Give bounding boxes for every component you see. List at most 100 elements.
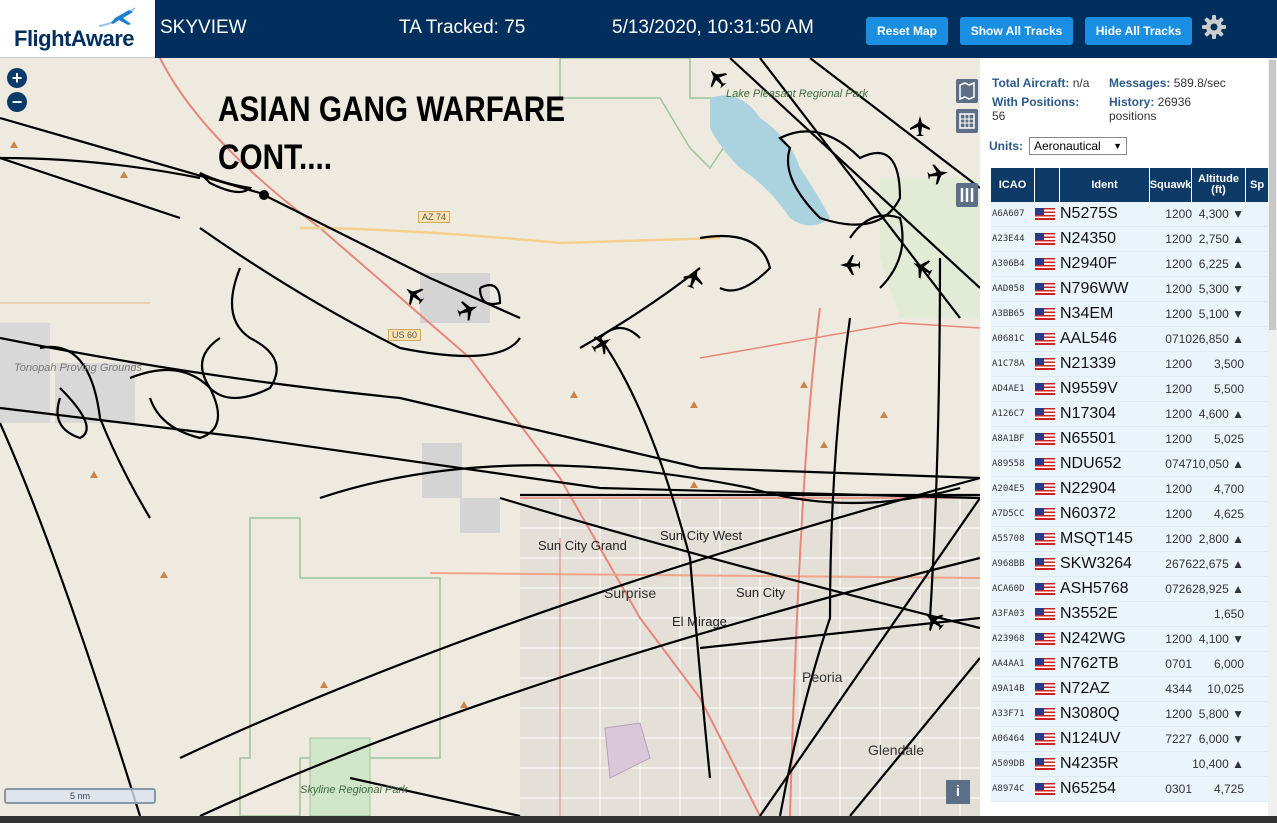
table-row[interactable]: A23E44 N24350 1200 2,750 ▲ (991, 227, 1273, 252)
col-flag[interactable] (1035, 168, 1060, 202)
units-select[interactable]: Aeronautical ▼ (1029, 137, 1127, 155)
row-icao: A126C7 (992, 409, 1025, 419)
map-label-peoria: Peoria (802, 669, 843, 685)
hide-all-tracks-button[interactable]: Hide All Tracks (1085, 17, 1192, 45)
scrollbar-thumb[interactable] (1269, 60, 1276, 330)
columns-icon[interactable] (956, 183, 978, 207)
map-view[interactable]: Lake Pleasant Regional Park Tonopah Prov… (0, 58, 980, 816)
row-squawk: 1200 (1165, 257, 1192, 271)
row-icao: AD4AE1 (992, 384, 1025, 394)
aircraft-table: ICAO Ident Squawk Altitude (ft) Sp A6A60… (991, 168, 1273, 802)
show-all-tracks-button[interactable]: Show All Tracks (960, 17, 1073, 45)
table-row[interactable]: A204E5 N22904 1200 4,700 (991, 477, 1273, 502)
col-icao[interactable]: ICAO (991, 168, 1035, 202)
map-label-sun-city-grand: Sun City Grand (538, 538, 627, 553)
gear-icon[interactable] (1201, 14, 1227, 40)
row-icao: AA4AA1 (992, 659, 1025, 669)
map-layer-icon[interactable] (956, 79, 978, 103)
row-ident: N124UV (1060, 730, 1121, 747)
row-altitude: 10,400 ▲ (1192, 757, 1244, 771)
table-row[interactable]: A0681C AAL546 0710 26,850 ▲ (991, 327, 1273, 352)
us-flag-icon (1035, 483, 1060, 495)
us-flag-icon (1035, 333, 1060, 345)
table-row[interactable]: A6A607 N5275S 1200 4,300 ▼ (991, 202, 1273, 227)
row-icao: A968BB (992, 559, 1025, 569)
zoom-in-button[interactable]: + (7, 68, 27, 88)
us-flag-icon (1035, 208, 1060, 220)
table-row[interactable]: A55708 MSQT145 1200 2,800 ▲ (991, 527, 1273, 552)
table-row[interactable]: A9A14B N72AZ 4344 10,025 (991, 677, 1273, 702)
row-squawk: 4344 (1165, 682, 1192, 696)
row-altitude: 10,050 ▲ (1192, 457, 1244, 471)
zoom-out-button[interactable]: − (7, 92, 27, 112)
flightaware-logo[interactable]: FlightAware (0, 0, 155, 58)
table-row[interactable]: A3FA03 N3552E 1,650 (991, 602, 1273, 627)
row-altitude: 5,800 ▼ (1198, 707, 1244, 721)
row-squawk: 1200 (1165, 707, 1192, 721)
reset-map-button[interactable]: Reset Map (866, 17, 948, 45)
history-value: 26936 (1157, 95, 1192, 109)
table-row[interactable]: A509DB N4235R 10,400 ▲ (991, 752, 1273, 777)
row-ident: N9559V (1060, 380, 1118, 397)
row-icao: A306B4 (992, 259, 1025, 269)
info-button[interactable]: i (946, 780, 970, 804)
table-row[interactable]: A7D5CC N60372 1200 4,625 (991, 502, 1273, 527)
table-row[interactable]: A126C7 N17304 1200 4,600 ▲ (991, 402, 1273, 427)
row-icao: A204E5 (992, 484, 1025, 494)
ta-tracked-count: TA Tracked: 75 (399, 17, 526, 38)
map-label-lake-pleasant: Lake Pleasant Regional Park (726, 88, 868, 100)
table-header: ICAO Ident Squawk Altitude (ft) Sp (991, 168, 1273, 202)
map-label-sun-city: Sun City (736, 585, 786, 600)
row-squawk: 2676 (1165, 557, 1192, 571)
us-flag-icon (1035, 633, 1060, 645)
units-value: Aeronautical (1034, 139, 1101, 153)
table-row[interactable]: AAD058 N796WW 1200 5,300 ▼ (991, 277, 1273, 302)
row-icao: A6A607 (992, 209, 1025, 219)
with-positions: With Positions: 56 (992, 95, 1079, 123)
col-ident[interactable]: Ident (1060, 168, 1150, 202)
row-altitude: 4,700 (1213, 482, 1244, 496)
total-aircraft-label: Total Aircraft: (992, 76, 1070, 90)
row-altitude: 4,625 (1213, 507, 1244, 521)
row-altitude: 6,000 ▼ (1198, 732, 1244, 746)
row-squawk: 1200 (1165, 507, 1192, 521)
grid-icon[interactable] (956, 109, 978, 133)
table-row[interactable]: A306B4 N2940F 1200 6,225 ▲ (991, 252, 1273, 277)
row-icao: A55708 (992, 534, 1025, 544)
map-label-glendale: Glendale (868, 742, 925, 758)
table-row[interactable]: A1C78A N21339 1200 3,500 (991, 352, 1273, 377)
table-row[interactable]: A23968 N242WG 1200 4,100 ▼ (991, 627, 1273, 652)
col-squawk[interactable]: Squawk (1150, 168, 1192, 202)
row-ident: AAL546 (1060, 330, 1117, 347)
row-squawk: 0726 (1165, 582, 1192, 596)
row-squawk: 0701 (1165, 657, 1192, 671)
row-ident: SKW3264 (1060, 555, 1133, 572)
row-squawk: 1200 (1165, 307, 1192, 321)
messages-value: 589.8/sec (1173, 76, 1226, 90)
app-title: SKYVIEW (160, 17, 247, 38)
row-ident: N72AZ (1060, 680, 1110, 697)
table-row[interactable]: A89558 NDU652 0747 10,050 ▲ (991, 452, 1273, 477)
table-body: A6A607 N5275S 1200 4,300 ▼ A23E44 N24350 1200 2… (991, 202, 1273, 802)
table-row[interactable]: A06464 N124UV 7227 6,000 ▼ (991, 727, 1273, 752)
aircraft-panel: Total Aircraft: n/a With Positions: 56 M… (980, 58, 1277, 816)
row-altitude: 3,500 (1213, 357, 1244, 371)
row-ident: N60372 (1060, 505, 1117, 522)
row-squawk: 1200 (1165, 232, 1192, 246)
row-icao: A3FA03 (992, 609, 1025, 619)
col-altitude[interactable]: Altitude (ft) (1192, 168, 1246, 202)
table-row[interactable]: A8974C N65254 0301 4,725 (991, 777, 1273, 802)
table-row[interactable]: ACA60D ASH5768 0726 28,925 ▲ (991, 577, 1273, 602)
row-squawk: 1200 (1165, 407, 1192, 421)
row-altitude: 5,500 (1213, 382, 1244, 396)
table-row[interactable]: A33F71 N3080Q 1200 5,800 ▼ (991, 702, 1273, 727)
row-squawk: 0301 (1165, 782, 1192, 796)
table-row[interactable]: AA4AA1 N762TB 0701 6,000 (991, 652, 1273, 677)
table-row[interactable]: A8A1BF N65501 1200 5,025 (991, 427, 1273, 452)
row-squawk: 1200 (1165, 532, 1192, 546)
us-flag-icon (1035, 283, 1060, 295)
table-row[interactable]: A3BB65 N34EM 1200 5,100 ▼ (991, 302, 1273, 327)
table-row[interactable]: A968BB SKW3264 2676 22,675 ▲ (991, 552, 1273, 577)
table-row[interactable]: AD4AE1 N9559V 1200 5,500 (991, 377, 1273, 402)
row-squawk: 1200 (1165, 432, 1192, 446)
